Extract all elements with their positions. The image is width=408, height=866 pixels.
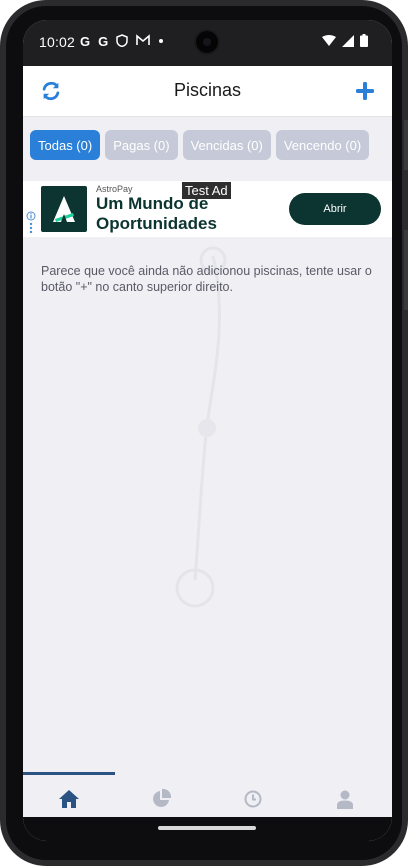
page-title: Piscinas (173, 80, 242, 100)
nav-tab-history[interactable] (207, 786, 299, 812)
nav-tab-stats[interactable] (115, 786, 207, 812)
plus-icon (356, 82, 374, 100)
status-bar: 10:02 G G (23, 20, 392, 66)
astropay-logo-icon (41, 186, 87, 232)
filter-chip-paid[interactable]: Pagas (0) (105, 130, 178, 160)
notification-icons: G G (80, 34, 164, 50)
wifi-icon (322, 34, 336, 52)
status-time: 10:02 (39, 34, 76, 50)
filter-chip-overdue[interactable]: Vencidas (0) (182, 130, 271, 160)
google-notification-icon: G (98, 34, 109, 49)
phone-frame: 10:02 G G Piscinas Todas (0) Pagas (0) V… (0, 0, 408, 866)
empty-state-message: Parece que você ainda não adicionou pisc… (41, 264, 372, 294)
filter-chip-due-soon[interactable]: Vencendo (0) (275, 130, 370, 160)
nav-tab-profile[interactable] (299, 786, 391, 812)
add-pool-button[interactable] (352, 78, 378, 104)
system-gesture-area (23, 817, 392, 841)
ad-open-button[interactable]: Abrir (289, 193, 381, 225)
system-status-icons (322, 34, 368, 52)
mail-notification-icon (136, 34, 151, 50)
battery-icon (360, 34, 368, 52)
filter-chip-all[interactable]: Todas (0) (30, 130, 101, 160)
home-icon (59, 790, 79, 808)
shield-notification-icon (116, 34, 128, 50)
bottom-nav (23, 770, 392, 817)
volume-button (404, 120, 408, 170)
app-header: Piscinas (23, 66, 392, 117)
ad-choices-icon[interactable] (26, 211, 36, 234)
pie-chart-icon (153, 789, 171, 807)
active-tab-indicator (23, 772, 115, 775)
user-icon (337, 790, 353, 809)
home-gesture-bar[interactable] (158, 826, 256, 830)
power-button (404, 230, 408, 310)
ad-banner[interactable]: AstroPay Um Mundo de Oportunidades Test … (23, 181, 392, 237)
front-camera (196, 31, 218, 53)
screen: 10:02 G G Piscinas Todas (0) Pagas (0) V… (23, 20, 392, 841)
signal-icon (342, 34, 354, 52)
ad-brand-name: AstroPay (96, 184, 133, 194)
google-notification-icon: G (80, 34, 91, 49)
nav-tab-home[interactable] (23, 786, 115, 812)
clock-icon (244, 790, 262, 808)
more-notifications-dot-icon (158, 34, 164, 50)
ad-headline: Um Mundo de Oportunidades (96, 194, 217, 233)
filter-chips: Todas (0) Pagas (0) Vencidas (0) Vencend… (30, 130, 370, 160)
test-ad-label: Test Ad (182, 182, 231, 199)
